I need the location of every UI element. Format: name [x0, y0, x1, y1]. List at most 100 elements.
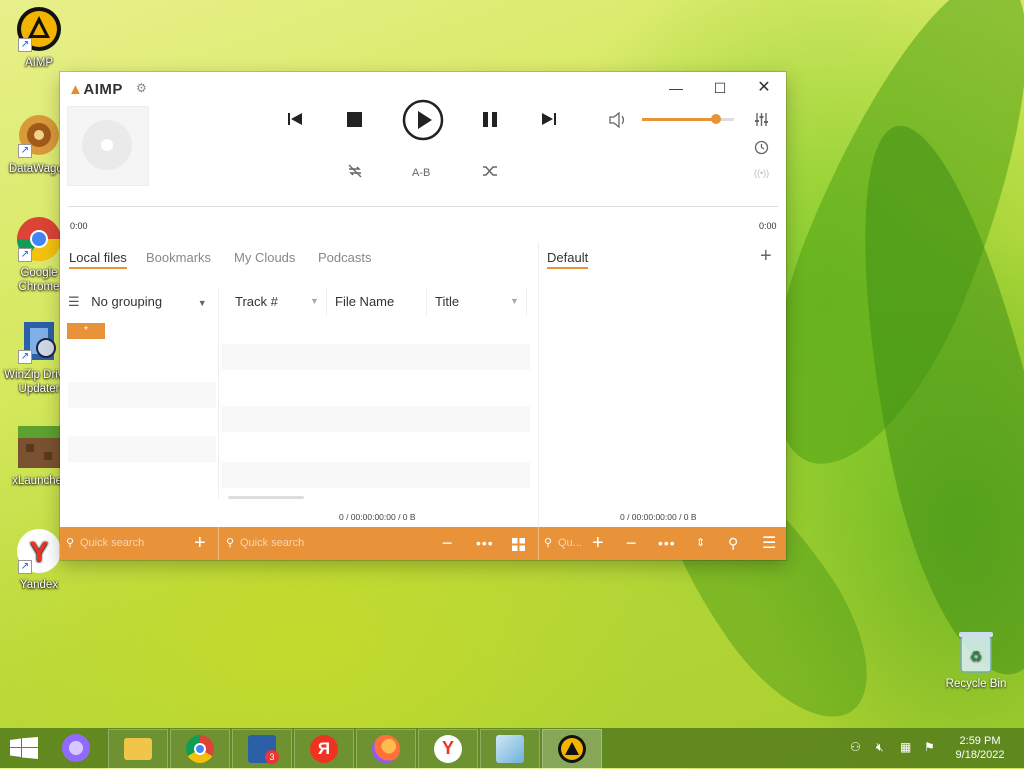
yandex-icon: Y: [434, 735, 462, 763]
filter-icon[interactable]: ▼: [510, 296, 519, 306]
taskbar-aimp[interactable]: [542, 729, 602, 769]
time-elapsed: 0:00: [70, 221, 88, 231]
volume-slider[interactable]: [642, 114, 734, 124]
desktop-icon-label: AIMP: [24, 57, 54, 69]
previous-icon: [288, 113, 302, 125]
add-playlist-button[interactable]: +: [760, 245, 772, 268]
more-options-button[interactable]: •••: [476, 527, 494, 560]
more-options-button[interactable]: •••: [658, 527, 676, 560]
radio-broadcast-icon[interactable]: ((•)): [754, 168, 769, 178]
list-row: [68, 436, 216, 462]
tab-local-files[interactable]: Local files: [69, 250, 127, 269]
system-clock[interactable]: 2:59 PM 9/18/2022: [944, 734, 1016, 762]
grid-view-icon[interactable]: [512, 527, 525, 560]
taskbar-winzip[interactable]: 3: [232, 729, 292, 769]
play-button[interactable]: [402, 99, 444, 146]
column-track-number[interactable]: Track #: [235, 294, 278, 309]
previous-button[interactable]: [286, 110, 304, 133]
quick-search-input-1[interactable]: Quick search: [80, 527, 144, 560]
sort-updown-icon[interactable]: ⇕: [696, 527, 705, 560]
desktop-icon-recycle-bin[interactable]: ♻ Recycle Bin: [940, 628, 1012, 690]
network-users-icon[interactable]: ⚇: [850, 740, 861, 754]
aimp-icon: [558, 735, 586, 763]
start-button[interactable]: [10, 737, 38, 764]
svg-text:Y: Y: [30, 536, 49, 567]
maximize-button[interactable]: ☐: [700, 76, 740, 100]
quick-search-input-3[interactable]: Qu...: [558, 527, 582, 560]
main-menu-button[interactable]: ☰: [762, 527, 776, 560]
repeat-button[interactable]: [347, 164, 363, 181]
close-button[interactable]: ✕: [744, 76, 784, 100]
table-row: [222, 344, 530, 370]
grouping-header[interactable]: ☰ No grouping ▼: [68, 294, 207, 310]
next-button[interactable]: [540, 110, 558, 133]
tab-default-playlist[interactable]: Default: [547, 250, 589, 269]
search-icon: ⚲: [544, 537, 553, 549]
table-row: [222, 462, 530, 488]
ab-repeat-button[interactable]: A-B: [412, 167, 430, 179]
action-center-flag-icon[interactable]: ⚑: [924, 740, 935, 754]
chevron-down-icon: ▼: [197, 298, 207, 308]
search-icon: ⚲: [66, 537, 75, 549]
remove-button[interactable]: −: [626, 527, 637, 560]
aimp-window: ▲AIMP ⚙ — ☐ ✕ A-B ((•)) 0:00 0:00 Local …: [60, 72, 786, 560]
column-file-name[interactable]: File Name: [335, 294, 394, 309]
desktop-icon-label: Yandex: [19, 579, 59, 591]
desktop-icon-label: xLauncher: [12, 475, 66, 487]
divider: [426, 288, 427, 316]
quick-search-input-2[interactable]: Quick search: [240, 527, 304, 560]
stop-icon: [347, 112, 362, 127]
desktop-icon-aimp[interactable]: ↗ AIMP: [0, 6, 78, 70]
stop-button[interactable]: [346, 111, 363, 133]
menu-icon: ☰: [68, 294, 80, 309]
taskbar-file-explorer[interactable]: [108, 729, 168, 769]
divider: [326, 288, 327, 316]
settings-gear-icon[interactable]: ⚙: [136, 81, 147, 95]
divider: [538, 242, 539, 527]
volume-knob[interactable]: [710, 114, 721, 124]
taskbar-chrome[interactable]: [170, 729, 230, 769]
tab-bookmarks[interactable]: Bookmarks: [146, 250, 211, 265]
taskbar-yandex[interactable]: Y: [418, 729, 478, 769]
tab-podcasts[interactable]: Podcasts: [318, 250, 371, 265]
taskbar-notepad[interactable]: [480, 729, 540, 769]
album-cover: [67, 106, 149, 186]
volume-icon[interactable]: [608, 111, 628, 134]
tab-my-clouds[interactable]: My Clouds: [234, 250, 295, 265]
chrome-icon: ↗: [16, 216, 62, 262]
seek-bar[interactable]: [68, 206, 778, 207]
chrome-icon: [186, 735, 214, 763]
windows-logo-icon: [10, 737, 38, 759]
datawagon-icon: ↗: [16, 112, 62, 158]
shuffle-button[interactable]: [482, 164, 498, 181]
filter-icon[interactable]: ▼: [310, 296, 319, 306]
taskbar-yandex-browser[interactable]: Я: [294, 729, 354, 769]
table-row: [222, 406, 530, 432]
status-left: 0 / 00:00:00:00 / 0 B: [339, 512, 416, 522]
yandex-icon: Y ↗: [16, 528, 62, 574]
grouping-label: No grouping: [91, 294, 163, 309]
time-total: 0:00: [759, 221, 777, 231]
bottom-toolbar: ⚲ Quick search + ⚲ Quick search − ••• ⚲ …: [60, 527, 786, 560]
volume-muted-icon[interactable]: 🔇︎: [876, 740, 884, 755]
horizontal-scrollbar[interactable]: [228, 496, 304, 499]
add-button[interactable]: +: [592, 527, 604, 560]
equalizer-icon[interactable]: [754, 112, 769, 130]
taskbar-firefox[interactable]: [356, 729, 416, 769]
folder-icon: [124, 738, 152, 760]
minecraft-block-icon: [16, 424, 62, 470]
scheduler-clock-icon[interactable]: [754, 140, 769, 158]
minimize-button[interactable]: —: [656, 76, 696, 100]
pause-button[interactable]: [482, 111, 498, 133]
network-icon[interactable]: ▦: [900, 740, 911, 754]
search-button[interactable]: ⚲: [728, 527, 738, 560]
alice-assistant-icon[interactable]: [62, 734, 90, 762]
add-button[interactable]: +: [194, 527, 206, 560]
repeat-off-icon: [348, 164, 362, 178]
desktop-icon-label: Recycle Bin: [945, 678, 1007, 690]
column-title[interactable]: Title: [435, 294, 459, 309]
group-all-badge[interactable]: *: [67, 323, 105, 339]
remove-button[interactable]: −: [442, 527, 453, 560]
recycle-bin-icon: ♻: [957, 628, 995, 674]
list-row: [68, 382, 216, 408]
